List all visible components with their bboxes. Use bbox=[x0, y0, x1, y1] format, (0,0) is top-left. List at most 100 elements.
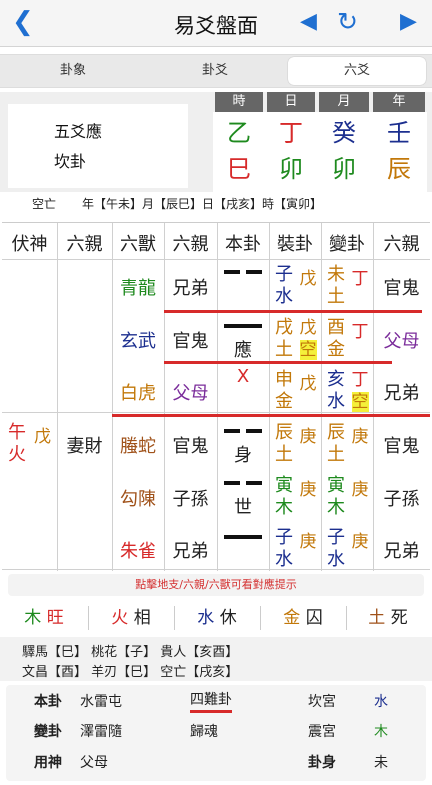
liuqin-ben[interactable]: 父母 bbox=[164, 379, 217, 405]
liuqin-ben[interactable]: 子孫 bbox=[164, 485, 217, 511]
bian-element: 水 bbox=[327, 549, 345, 570]
summary-key: 用神 bbox=[34, 755, 62, 771]
day-stem[interactable]: 丁 bbox=[267, 118, 315, 148]
shi-mark: 世 bbox=[234, 497, 252, 518]
summary-palace: 震宮 bbox=[308, 724, 336, 740]
zhuang-branch[interactable]: 寅木 bbox=[274, 475, 294, 519]
summary-palace: 坎宮 bbox=[308, 694, 336, 710]
page-title: 易爻盤面 bbox=[174, 14, 258, 38]
zhuang-branch[interactable]: 辰土 bbox=[274, 422, 294, 466]
header-bengua: 本卦 bbox=[225, 234, 261, 255]
beast-xuanwu[interactable]: 玄武 bbox=[112, 327, 164, 353]
beast-gouchen[interactable]: 勾陳 bbox=[112, 485, 164, 511]
summary-key: 本卦 bbox=[34, 694, 62, 710]
header-liushou: 六獸 bbox=[120, 234, 156, 255]
wuxing-wood[interactable]: 木 旺 bbox=[2, 603, 86, 633]
summary-row: 本卦 水雷屯 四難卦 坎宮 水 bbox=[8, 690, 424, 714]
month-stem[interactable]: 癸 bbox=[319, 118, 369, 148]
beast-qinglong[interactable]: 青龍 bbox=[112, 274, 164, 300]
yin-yao-line bbox=[246, 429, 262, 433]
bian-element: 木 bbox=[327, 497, 345, 518]
liuqin-ben[interactable]: 兄弟 bbox=[164, 537, 217, 563]
liuqin-bian[interactable]: 官鬼 bbox=[373, 432, 430, 458]
wuxing-water[interactable]: 水 休 bbox=[174, 603, 260, 633]
day-branch[interactable]: 卯 bbox=[267, 154, 315, 184]
fushen-stem: 戊 bbox=[34, 427, 51, 447]
summary-row: 用神 父母 卦身 未 bbox=[8, 751, 424, 775]
liuqin-bian[interactable]: 兄弟 bbox=[373, 379, 430, 405]
liuqin-bian[interactable]: 子孫 bbox=[373, 485, 430, 511]
zhuang-branch-text: 申 bbox=[275, 369, 293, 390]
bian-element: 水 bbox=[327, 391, 345, 412]
tab-liu-yao[interactable]: 六爻 bbox=[288, 57, 426, 85]
liuqin-ben[interactable]: 兄弟 bbox=[164, 274, 217, 300]
liuqin-ben[interactable]: 官鬼 bbox=[164, 327, 217, 353]
bian-stem: 丁 bbox=[351, 269, 369, 289]
summary-category[interactable]: 四難卦 bbox=[190, 690, 232, 713]
beast-baihu[interactable]: 白虎 bbox=[112, 379, 164, 405]
next-triangle-icon[interactable]: ▶ bbox=[400, 8, 417, 36]
beast-zhuque[interactable]: 朱雀 bbox=[112, 537, 164, 563]
zhuang-branch[interactable]: 戌土 bbox=[274, 317, 294, 361]
ying-mark: 應 bbox=[234, 340, 252, 361]
header-zhuanggua: 裝卦 bbox=[277, 234, 313, 255]
hour-branch[interactable]: 巳 bbox=[215, 154, 263, 184]
zhuang-stem: 戊 bbox=[299, 269, 317, 289]
hour-stem[interactable]: 乙 bbox=[215, 118, 263, 148]
zhuang-element: 木 bbox=[275, 497, 293, 518]
summary-palace: 卦身 bbox=[308, 755, 336, 771]
month-branch[interactable]: 卯 bbox=[319, 154, 369, 184]
fushen-liuqin[interactable]: 妻財 bbox=[57, 432, 112, 458]
liuqin-bian[interactable]: 官鬼 bbox=[373, 274, 430, 300]
liuqin-bian[interactable]: 兄弟 bbox=[373, 537, 430, 563]
relation-line bbox=[112, 414, 430, 417]
bian-branch[interactable]: 子水 bbox=[326, 527, 346, 571]
kongwang-text: 年【午未】月【辰巳】日【戌亥】時【寅卯】 bbox=[82, 197, 323, 211]
zhuang-branch[interactable]: 申金 bbox=[274, 369, 294, 413]
yin-yao-line bbox=[224, 270, 240, 274]
relation-line bbox=[164, 361, 392, 364]
tap-hint: 點擊地支/六親/六獸可看對應提示 bbox=[8, 574, 424, 596]
liuqin-ben[interactable]: 官鬼 bbox=[164, 432, 217, 458]
wuxing-metal[interactable]: 金 囚 bbox=[260, 603, 346, 633]
shensha-line-1: 驛馬【巳】 桃花【子】 貴人【亥酉】 bbox=[22, 645, 239, 660]
bian-branch[interactable]: 未土 bbox=[326, 264, 346, 308]
bian-branch[interactable]: 寅木 bbox=[326, 475, 346, 519]
bian-element: 土 bbox=[327, 444, 345, 465]
zhuang-branch[interactable]: 子水 bbox=[274, 527, 294, 571]
header-liuqin: 六親 bbox=[383, 234, 420, 255]
bian-stem: 庚 bbox=[351, 480, 369, 500]
wuxing-fire[interactable]: 火 相 bbox=[88, 603, 174, 633]
bian-branch[interactable]: 亥水 bbox=[326, 369, 346, 413]
bian-branch-text: 寅 bbox=[327, 475, 345, 496]
bian-branch-text: 未 bbox=[327, 264, 345, 285]
year-stem[interactable]: 壬 bbox=[373, 118, 425, 148]
summary-element: 未 bbox=[374, 755, 388, 771]
wuxing-state: 囚 bbox=[305, 608, 323, 628]
summary-element: 木 bbox=[374, 724, 388, 740]
tab-gua-xiang[interactable]: 卦象 bbox=[4, 57, 142, 85]
liuqin-bian[interactable]: 父母 bbox=[373, 327, 430, 353]
col-divider bbox=[57, 223, 58, 571]
time-label-day: 日 bbox=[267, 92, 315, 112]
bian-branch[interactable]: 酉金 bbox=[326, 317, 346, 361]
yin-yao-line bbox=[224, 481, 240, 485]
kongwang-row: 空亡 年【午未】月【辰巳】日【戌亥】時【寅卯】 bbox=[0, 193, 432, 215]
beast-tengshe[interactable]: 螣蛇 bbox=[112, 432, 164, 458]
refresh-icon[interactable]: ↻ bbox=[337, 8, 358, 36]
col-divider bbox=[269, 223, 270, 571]
tab-gua-yao[interactable]: 卦爻 bbox=[146, 57, 284, 85]
yang-yao-line bbox=[224, 535, 262, 539]
zhuang-branch[interactable]: 子水 bbox=[274, 264, 294, 308]
fushen-branch[interactable]: 午火 bbox=[8, 422, 26, 466]
summary-element: 水 bbox=[374, 694, 388, 710]
time-label-year: 年 bbox=[373, 92, 425, 112]
year-branch[interactable]: 辰 bbox=[373, 154, 425, 184]
wuxing-element: 木 bbox=[24, 608, 42, 628]
previous-triangle-icon[interactable]: ◀ bbox=[300, 8, 317, 36]
wuxing-state: 休 bbox=[219, 608, 237, 628]
wuxing-earth[interactable]: 土 死 bbox=[346, 603, 430, 633]
bian-branch[interactable]: 辰土 bbox=[326, 422, 346, 466]
summary-value: 父母 bbox=[80, 755, 108, 771]
yin-yao-line bbox=[246, 270, 262, 274]
